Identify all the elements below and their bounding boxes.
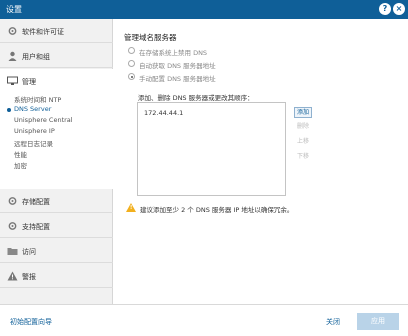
sidebar-subitem-encryption[interactable]: 加密 (0, 159, 113, 170)
sidebar-item-label: 管理 (22, 78, 36, 86)
sidebar-item-support-config[interactable]: 支持配置 (0, 214, 113, 238)
close-button[interactable]: 关闭 (326, 317, 340, 327)
active-bullet-icon (7, 108, 11, 112)
add-button[interactable]: 添加 (294, 107, 312, 118)
window-title: 设置 (6, 5, 22, 14)
remove-button[interactable]: 删除 (294, 122, 312, 133)
sidebar-item-label: 软件和许可证 (22, 28, 64, 36)
sidebar-item-management[interactable]: 管理 系统时间和 NTP DNS Server Unisphere Centra… (0, 69, 113, 189)
monitor-icon (7, 76, 18, 85)
user-icon (8, 51, 17, 61)
move-down-button[interactable]: 下移 (294, 152, 312, 163)
sidebar-subitem-unisphere-ip[interactable]: Unisphere IP (0, 126, 113, 137)
gear-icon (8, 27, 17, 35)
sidebar-item-users-groups[interactable]: 用户和组 (0, 44, 113, 68)
sidebar-subitem-dns-server[interactable]: DNS Server (0, 104, 113, 115)
sidebar-item-alerts[interactable]: 警报 (0, 264, 113, 288)
radio-button-checked[interactable] (128, 73, 135, 80)
radio-disable-dns[interactable]: 在存储系统上禁用 DNS (128, 46, 328, 57)
warning-text: 建议添加至少 2 个 DNS 服务器 IP 地址以确保冗余。 (140, 206, 294, 214)
folder-icon (7, 248, 18, 255)
sidebar-item-label: 存储配置 (22, 198, 50, 206)
sidebar-item-software-license[interactable]: 软件和许可证 (0, 19, 113, 43)
radio-button[interactable] (128, 47, 135, 54)
sidebar-item-label: 用户和组 (22, 53, 50, 61)
warning-message: ! 建议添加至少 2 个 DNS 服务器 IP 地址以确保冗余。 (126, 203, 386, 215)
sidebar-subitem-remote-logging[interactable]: 远程日志记录 (0, 137, 113, 148)
sidebar-item-label: 访问 (22, 248, 36, 256)
dns-server-list[interactable]: 172.44.44.1 (137, 102, 286, 196)
sidebar-item-access[interactable]: 访问 (0, 239, 113, 263)
storage-gear-icon (8, 197, 17, 205)
move-up-button[interactable]: 上移 (294, 137, 312, 148)
dns-list-label: 添加、删除 DNS 服务器或更改其顺序： (138, 94, 254, 102)
close-icon[interactable]: × (393, 3, 405, 15)
apply-button[interactable]: 应用 (357, 313, 399, 330)
sidebar-subitem-performance[interactable]: 性能 (0, 148, 113, 159)
window-titlebar: 设置 ? × (0, 0, 408, 19)
page-title: 管理域名服务器 (124, 33, 177, 42)
alert-icon (7, 271, 18, 281)
support-gear-icon (8, 222, 17, 230)
sidebar-subitem-time-ntp[interactable]: 系统时间和 NTP (0, 93, 113, 104)
initial-config-wizard-link[interactable]: 初始配置向导 (10, 317, 52, 327)
dialog-footer: 初始配置向导 关闭 应用 (0, 304, 408, 336)
sidebar-item-label: 支持配置 (22, 223, 50, 231)
radio-auto-dns[interactable]: 自动获取 DNS 服务器地址 (128, 59, 328, 70)
sidebar-item-storage-config[interactable]: 存储配置 (0, 189, 113, 213)
dns-settings-panel: 管理域名服务器 在存储系统上禁用 DNS 自动获取 DNS 服务器地址 手动配置… (114, 19, 408, 304)
help-icon[interactable]: ? (379, 3, 391, 15)
radio-button[interactable] (128, 60, 135, 67)
sidebar-item-label: 警报 (22, 273, 36, 281)
radio-manual-dns[interactable]: 手动配置 DNS 服务器地址 (128, 72, 328, 83)
list-item[interactable]: 172.44.44.1 (144, 109, 183, 117)
settings-sidebar: 软件和许可证 用户和组 管理 系统时间和 NTP DNS Server Unis… (0, 19, 113, 304)
sidebar-subitem-unisphere-central[interactable]: Unisphere Central (0, 115, 113, 126)
